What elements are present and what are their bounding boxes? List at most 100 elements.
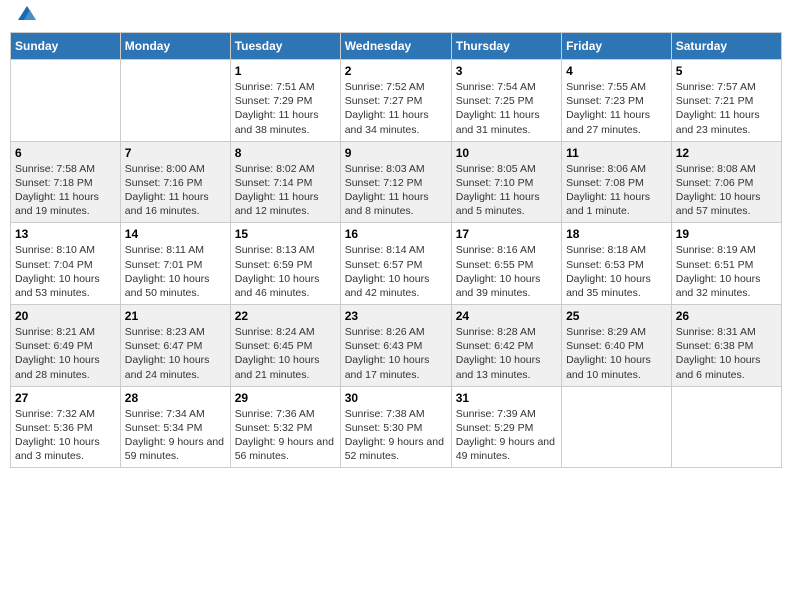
- day-info: Sunrise: 7:54 AM Sunset: 7:25 PM Dayligh…: [456, 80, 557, 137]
- day-info: Sunrise: 8:24 AM Sunset: 6:45 PM Dayligh…: [235, 325, 336, 382]
- calendar-cell: 1Sunrise: 7:51 AM Sunset: 7:29 PM Daylig…: [230, 60, 340, 142]
- weekday-header: Monday: [120, 33, 230, 60]
- day-number: 10: [456, 146, 557, 160]
- logo: [14, 10, 38, 24]
- weekday-header: Thursday: [451, 33, 561, 60]
- page-header: [10, 10, 782, 24]
- calendar-cell: [562, 386, 672, 468]
- day-info: Sunrise: 7:52 AM Sunset: 7:27 PM Dayligh…: [345, 80, 447, 137]
- day-number: 28: [125, 391, 226, 405]
- day-number: 8: [235, 146, 336, 160]
- day-info: Sunrise: 7:38 AM Sunset: 5:30 PM Dayligh…: [345, 407, 447, 464]
- calendar-cell: 8 Sunrise: 8:02 AM Sunset: 7:14 PM Daylig…: [230, 141, 340, 223]
- calendar-cell: 11Sunrise: 8:06 AM Sunset: 7:08 PM Dayli…: [562, 141, 672, 223]
- day-number: 26: [676, 309, 777, 323]
- day-info: Sunrise: 7:34 AM Sunset: 5:34 PM Dayligh…: [125, 407, 226, 464]
- day-info: Sunrise: 8:03 AM Sunset: 7:12 PM Dayligh…: [345, 162, 447, 219]
- weekday-header: Friday: [562, 33, 672, 60]
- day-info: Sunrise: 8:10 AM Sunset: 7:04 PM Dayligh…: [15, 243, 116, 300]
- calendar-cell: 5 Sunrise: 7:57 AM Sunset: 7:21 PM Daylig…: [671, 60, 781, 142]
- day-info: Sunrise: 8:05 AM Sunset: 7:10 PM Dayligh…: [456, 162, 557, 219]
- day-info: Sunrise: 7:58 AM Sunset: 7:18 PM Dayligh…: [15, 162, 116, 219]
- day-info: Sunrise: 8:11 AM Sunset: 7:01 PM Dayligh…: [125, 243, 226, 300]
- day-info: Sunrise: 7:57 AM Sunset: 7:21 PM Dayligh…: [676, 80, 777, 137]
- calendar-cell: 22 Sunrise: 8:24 AM Sunset: 6:45 PM Dayli…: [230, 305, 340, 387]
- weekday-header: Tuesday: [230, 33, 340, 60]
- day-info: Sunrise: 8:31 AM Sunset: 6:38 PM Dayligh…: [676, 325, 777, 382]
- day-info: Sunrise: 8:14 AM Sunset: 6:57 PM Dayligh…: [345, 243, 447, 300]
- day-number: 6: [15, 146, 116, 160]
- day-number: 13: [15, 227, 116, 241]
- calendar-cell: 24 Sunrise: 8:28 AM Sunset: 6:42 PM Dayli…: [451, 305, 561, 387]
- calendar-cell: [671, 386, 781, 468]
- calendar-cell: 15 Sunrise: 8:13 AM Sunset: 6:59 PM Dayli…: [230, 223, 340, 305]
- weekday-header: Saturday: [671, 33, 781, 60]
- day-number: 22: [235, 309, 336, 323]
- calendar-cell: 6 Sunrise: 7:58 AM Sunset: 7:18 PM Daylig…: [11, 141, 121, 223]
- weekday-header: Wednesday: [340, 33, 451, 60]
- calendar-cell: 27 Sunrise: 7:32 AM Sunset: 5:36 PM Dayli…: [11, 386, 121, 468]
- day-info: Sunrise: 8:13 AM Sunset: 6:59 PM Dayligh…: [235, 243, 336, 300]
- day-info: Sunrise: 7:32 AM Sunset: 5:36 PM Dayligh…: [15, 407, 116, 464]
- day-number: 12: [676, 146, 777, 160]
- day-info: Sunrise: 7:55 AM Sunset: 7:23 PM Dayligh…: [566, 80, 667, 137]
- day-number: 29: [235, 391, 336, 405]
- day-number: 21: [125, 309, 226, 323]
- day-number: 5: [676, 64, 777, 78]
- day-number: 15: [235, 227, 336, 241]
- calendar-cell: [120, 60, 230, 142]
- day-info: Sunrise: 8:28 AM Sunset: 6:42 PM Dayligh…: [456, 325, 557, 382]
- calendar-cell: 13 Sunrise: 8:10 AM Sunset: 7:04 PM Dayli…: [11, 223, 121, 305]
- day-number: 17: [456, 227, 557, 241]
- calendar-cell: 31Sunrise: 7:39 AM Sunset: 5:29 PM Dayli…: [451, 386, 561, 468]
- day-number: 25: [566, 309, 667, 323]
- calendar-week-row: 13 Sunrise: 8:10 AM Sunset: 7:04 PM Dayli…: [11, 223, 782, 305]
- day-number: 3: [456, 64, 557, 78]
- calendar-week-row: 6 Sunrise: 7:58 AM Sunset: 7:18 PM Daylig…: [11, 141, 782, 223]
- calendar-cell: 21 Sunrise: 8:23 AM Sunset: 6:47 PM Dayli…: [120, 305, 230, 387]
- calendar-cell: 18Sunrise: 8:18 AM Sunset: 6:53 PM Dayli…: [562, 223, 672, 305]
- calendar-cell: 16 Sunrise: 8:14 AM Sunset: 6:57 PM Dayli…: [340, 223, 451, 305]
- day-info: Sunrise: 7:36 AM Sunset: 5:32 PM Dayligh…: [235, 407, 336, 464]
- day-number: 7: [125, 146, 226, 160]
- calendar-cell: 9 Sunrise: 8:03 AM Sunset: 7:12 PM Daylig…: [340, 141, 451, 223]
- calendar-week-row: 1Sunrise: 7:51 AM Sunset: 7:29 PM Daylig…: [11, 60, 782, 142]
- day-number: 23: [345, 309, 447, 323]
- day-number: 19: [676, 227, 777, 241]
- day-info: Sunrise: 8:16 AM Sunset: 6:55 PM Dayligh…: [456, 243, 557, 300]
- calendar-cell: 29 Sunrise: 7:36 AM Sunset: 5:32 PM Dayli…: [230, 386, 340, 468]
- day-info: Sunrise: 8:26 AM Sunset: 6:43 PM Dayligh…: [345, 325, 447, 382]
- day-info: Sunrise: 8:29 AM Sunset: 6:40 PM Dayligh…: [566, 325, 667, 382]
- day-info: Sunrise: 8:02 AM Sunset: 7:14 PM Dayligh…: [235, 162, 336, 219]
- calendar-header-row: SundayMondayTuesdayWednesdayThursdayFrid…: [11, 33, 782, 60]
- calendar-cell: 4Sunrise: 7:55 AM Sunset: 7:23 PM Daylig…: [562, 60, 672, 142]
- calendar-cell: 17 Sunrise: 8:16 AM Sunset: 6:55 PM Dayli…: [451, 223, 561, 305]
- day-number: 16: [345, 227, 447, 241]
- calendar-cell: 7 Sunrise: 8:00 AM Sunset: 7:16 PM Daylig…: [120, 141, 230, 223]
- logo-text: [14, 10, 38, 24]
- day-number: 1: [235, 64, 336, 78]
- calendar-cell: 2Sunrise: 7:52 AM Sunset: 7:27 PM Daylig…: [340, 60, 451, 142]
- calendar-cell: 25 Sunrise: 8:29 AM Sunset: 6:40 PM Dayli…: [562, 305, 672, 387]
- weekday-header: Sunday: [11, 33, 121, 60]
- logo-icon: [16, 2, 38, 24]
- calendar-cell: 10 Sunrise: 8:05 AM Sunset: 7:10 PM Dayli…: [451, 141, 561, 223]
- day-number: 24: [456, 309, 557, 323]
- day-number: 9: [345, 146, 447, 160]
- calendar-cell: 19 Sunrise: 8:19 AM Sunset: 6:51 PM Dayli…: [671, 223, 781, 305]
- day-info: Sunrise: 8:23 AM Sunset: 6:47 PM Dayligh…: [125, 325, 226, 382]
- day-number: 30: [345, 391, 447, 405]
- day-number: 18: [566, 227, 667, 241]
- calendar-cell: 28 Sunrise: 7:34 AM Sunset: 5:34 PM Dayli…: [120, 386, 230, 468]
- day-info: Sunrise: 8:19 AM Sunset: 6:51 PM Dayligh…: [676, 243, 777, 300]
- calendar-table: SundayMondayTuesdayWednesdayThursdayFrid…: [10, 32, 782, 468]
- day-info: Sunrise: 8:06 AM Sunset: 7:08 PM Dayligh…: [566, 162, 667, 219]
- day-number: 20: [15, 309, 116, 323]
- calendar-cell: 26 Sunrise: 8:31 AM Sunset: 6:38 PM Dayli…: [671, 305, 781, 387]
- calendar-cell: 20Sunrise: 8:21 AM Sunset: 6:49 PM Dayli…: [11, 305, 121, 387]
- calendar-week-row: 27 Sunrise: 7:32 AM Sunset: 5:36 PM Dayli…: [11, 386, 782, 468]
- day-number: 14: [125, 227, 226, 241]
- day-number: 27: [15, 391, 116, 405]
- calendar-cell: 12Sunrise: 8:08 AM Sunset: 7:06 PM Dayli…: [671, 141, 781, 223]
- day-info: Sunrise: 8:00 AM Sunset: 7:16 PM Dayligh…: [125, 162, 226, 219]
